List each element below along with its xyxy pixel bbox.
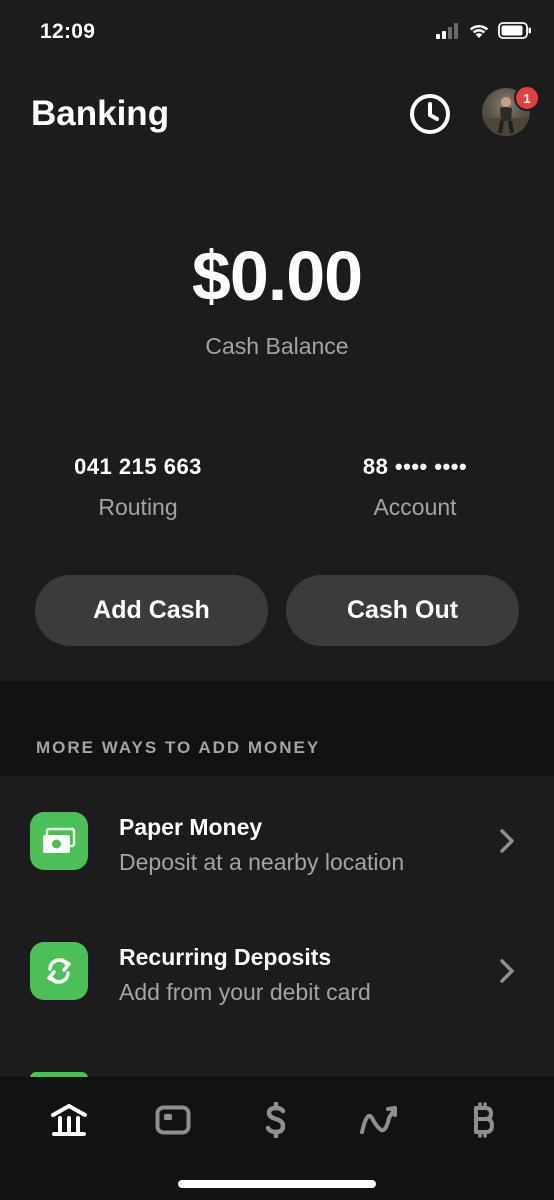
cash-balance-label: Cash Balance: [205, 333, 349, 359]
routing-number: 041 215 663: [74, 454, 202, 479]
profile-button[interactable]: 1: [482, 85, 540, 138]
banking-screen: 12:09 Banking 1 $0.00 Cash Balance 041 2…: [0, 0, 554, 1200]
routing-label: Routing: [98, 494, 178, 520]
bitcoin-icon: [474, 1102, 494, 1138]
clock-icon: [410, 93, 450, 134]
list-item-paper-money[interactable]: Paper Money Deposit at a nearby location: [0, 776, 554, 906]
list-item-title: Recurring Deposits: [119, 944, 332, 970]
status-icons: [436, 22, 532, 39]
tab-card[interactable]: [143, 1095, 203, 1145]
list-item-recurring-deposits[interactable]: Recurring Deposits Add from your debit c…: [0, 906, 554, 1036]
tab-bitcoin[interactable]: [453, 1095, 513, 1145]
chevron-right-icon: [500, 959, 514, 983]
add-cash-button[interactable]: Add Cash: [35, 575, 268, 646]
dollar-icon: [265, 1102, 286, 1138]
account-number: 88 •••• ••••: [362, 454, 468, 479]
list-item-subtitle: Deposit at a nearby location: [119, 849, 405, 875]
section-header: MORE WAYS TO ADD MONEY: [0, 681, 554, 776]
status-bar: 12:09: [0, 0, 554, 66]
banknote-icon: [30, 812, 88, 870]
page-title: Banking: [31, 94, 170, 133]
cellular-signal-icon: [436, 22, 458, 39]
chevron-right-icon: [500, 829, 514, 853]
investing-icon: [360, 1106, 397, 1134]
battery-icon: [498, 22, 531, 39]
list-item-title: Paper Money: [119, 814, 263, 840]
tab-investing[interactable]: [349, 1095, 409, 1145]
activity-history-button[interactable]: [406, 91, 454, 139]
account-label: Account: [373, 494, 457, 520]
list-item-subtitle: Add from your debit card: [119, 979, 371, 1005]
bank-icon: [51, 1104, 87, 1136]
card-icon: [155, 1105, 191, 1135]
refresh-icon: [30, 942, 88, 1000]
tab-pay[interactable]: [246, 1095, 306, 1145]
wifi-icon: [469, 24, 489, 38]
home-indicator[interactable]: [178, 1180, 376, 1188]
status-time: 12:09: [40, 20, 96, 43]
section-title: MORE WAYS TO ADD MONEY: [36, 738, 321, 757]
header: Banking 1: [0, 80, 554, 150]
tab-banking[interactable]: [39, 1095, 99, 1145]
account-info[interactable]: 88 •••• •••• Account: [305, 454, 525, 521]
routing-info[interactable]: 041 215 663 Routing: [28, 454, 248, 521]
cash-balance-amount: $0.00: [191, 237, 363, 315]
cash-out-button[interactable]: Cash Out: [286, 575, 519, 646]
notification-badge: 1: [514, 85, 540, 111]
